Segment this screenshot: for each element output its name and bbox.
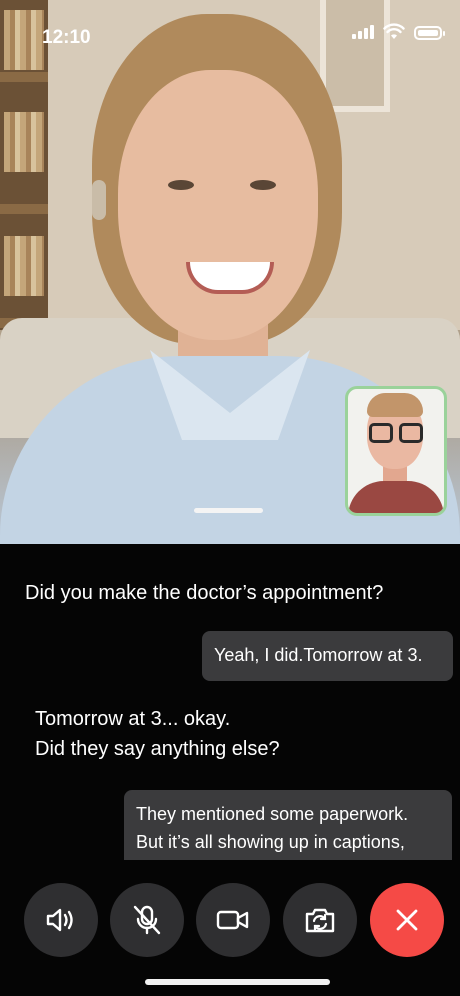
captions-panel[interactable]: Did you make the doctor’s appointment? Y…	[0, 544, 460, 860]
remote-person-face	[118, 70, 318, 340]
caption-self-bubble: Yeah, I did.Tomorrow at 3.	[202, 631, 453, 681]
close-icon	[396, 909, 418, 931]
caption-self-bubble: They mentioned some paperwork. But it’s …	[124, 790, 452, 860]
switch-camera-button[interactable]	[283, 883, 357, 957]
caption-remote: Tomorrow at 3... okay. Did they say anyt…	[35, 708, 280, 760]
battery-full-icon	[414, 26, 445, 40]
status-bar: 12:10	[0, 0, 460, 72]
switch-camera-icon	[305, 908, 335, 933]
glasses-icon	[369, 423, 393, 443]
mute-button[interactable]	[110, 883, 184, 957]
cellular-signal-icon	[352, 25, 376, 39]
call-controls	[0, 860, 460, 996]
status-time: 12:10	[42, 27, 91, 48]
microphone-off-icon	[133, 905, 161, 935]
video-drag-handle[interactable]	[194, 508, 263, 513]
video-call-screen: 12:10 Did you make the doctor’s appointm…	[0, 0, 460, 996]
video-button[interactable]	[196, 883, 270, 957]
wifi-icon	[383, 23, 405, 39]
caption-remote: Did you make the doctor’s appointment?	[25, 582, 384, 604]
video-camera-icon	[216, 910, 249, 930]
hearing-aid	[92, 180, 106, 220]
speaker-icon	[46, 908, 73, 932]
self-view-video[interactable]	[345, 386, 447, 516]
speaker-button[interactable]	[24, 883, 98, 957]
end-call-button[interactable]	[370, 883, 444, 957]
home-indicator[interactable]	[145, 979, 330, 985]
